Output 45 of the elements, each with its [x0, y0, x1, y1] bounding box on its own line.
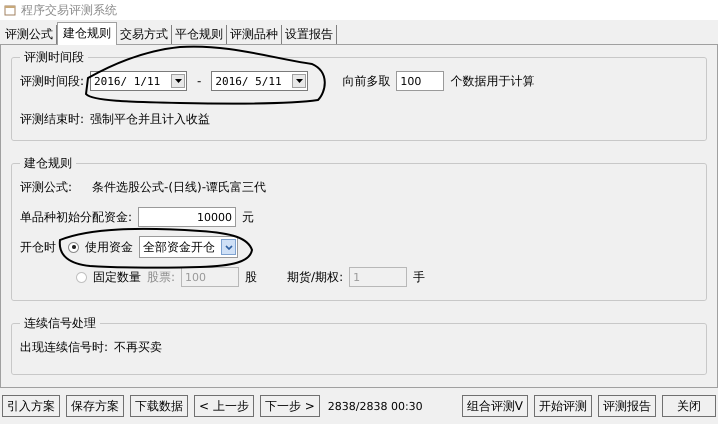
- tab[interactable]: 交易方式: [117, 25, 172, 44]
- toolbar-button[interactable]: 下载数据: [130, 395, 188, 417]
- tab[interactable]: 建仓规则: [57, 22, 117, 45]
- field-label: 向前多取: [342, 72, 390, 90]
- field-value: 条件选股公式-(日线)-谭氏富三代: [92, 178, 266, 196]
- toolbar-button[interactable]: 保存方案: [66, 395, 124, 417]
- tab[interactable]: 评测品种: [227, 25, 282, 44]
- field-label: 评测结束时:: [20, 110, 84, 128]
- field-label: 出现连续信号时:: [20, 338, 108, 356]
- action-button[interactable]: 开始评测: [534, 395, 592, 417]
- group-title: 连续信号处理: [23, 315, 97, 332]
- field-label: 开仓时: [20, 238, 56, 256]
- date-separator: -: [197, 74, 202, 88]
- action-button[interactable]: 组合评测V: [462, 395, 528, 417]
- input-field[interactable]: 10000: [138, 207, 236, 227]
- window-title: 程序交易评测系统: [21, 2, 117, 18]
- radio-label[interactable]: 使用资金: [85, 238, 133, 256]
- toolbar-button[interactable]: 下一步 >: [260, 395, 320, 417]
- field-label: 评测时间段:: [20, 72, 84, 90]
- action-button[interactable]: 关闭: [662, 395, 716, 417]
- tab[interactable]: 设置报告: [282, 25, 337, 44]
- field-label: 期货/期权:: [287, 268, 344, 286]
- unit-label: 股: [245, 268, 258, 286]
- date-picker[interactable]: 2016/ 1/11: [90, 71, 188, 91]
- toolbar-button[interactable]: 引入方案: [2, 395, 60, 417]
- field-label: 股票:: [147, 268, 176, 286]
- field-value: 强制平仓并且计入收益: [90, 110, 210, 128]
- dropdown[interactable]: 全部资金开仓: [139, 236, 238, 258]
- radio-button[interactable]: [68, 242, 79, 252]
- group-title: 评测时间段: [23, 49, 85, 66]
- date-picker[interactable]: 2016/ 5/11: [211, 71, 308, 91]
- status-text: 2838/2838 00:30: [328, 400, 423, 412]
- action-button[interactable]: 评测报告: [598, 395, 656, 417]
- field-label: 评测公式:: [20, 178, 72, 196]
- tab[interactable]: 平仓规则: [172, 25, 227, 44]
- unit-label: 手: [413, 268, 426, 286]
- group-title: 建仓规则: [23, 155, 73, 172]
- unit-label: 元: [242, 208, 254, 226]
- input-field[interactable]: 100: [396, 71, 444, 91]
- field-suffix: 个数据用于计算: [450, 72, 534, 90]
- toolbar-button[interactable]: < 上一步: [194, 395, 254, 417]
- field-value: 不再买卖: [114, 338, 162, 356]
- tab[interactable]: 评测公式: [2, 25, 57, 44]
- window-icon: [4, 4, 16, 16]
- field-label: 单品种初始分配资金:: [20, 208, 132, 226]
